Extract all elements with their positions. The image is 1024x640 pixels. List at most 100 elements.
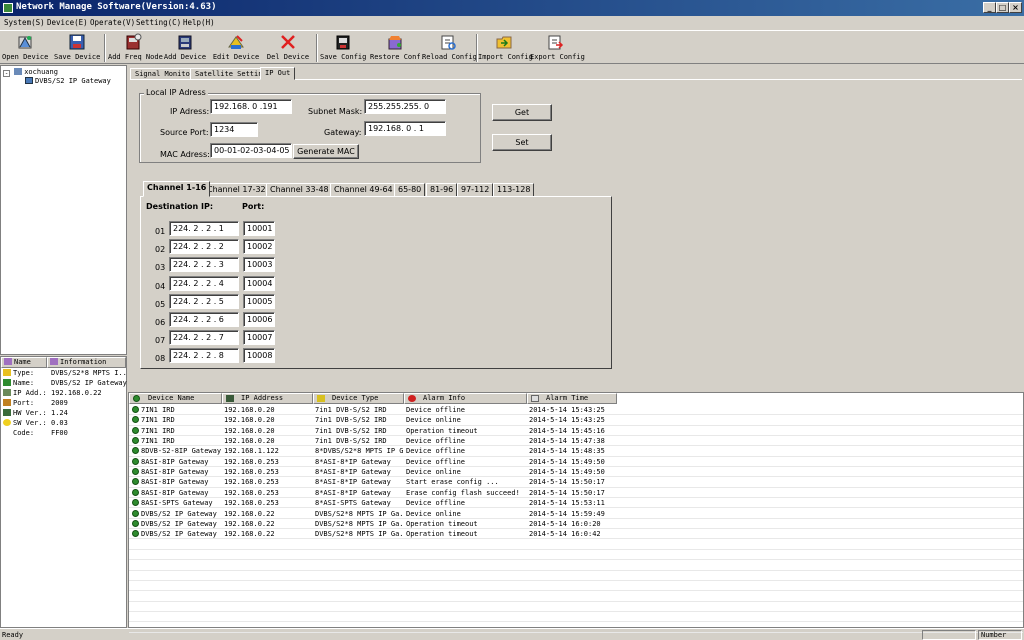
set-button[interactable]: Set (492, 134, 552, 151)
alarm-list[interactable]: Device Name IP Address Device Type Alarm… (128, 392, 1024, 633)
table-row[interactable]: DVBS/S2 IP Gateway 192.168.0.22 DVBS/S2*8 … (129, 509, 1023, 519)
table-row[interactable]: DVBS/S2 IP Gateway 192.168.0.22 DVBS/S2*8 … (129, 519, 1023, 530)
table-row[interactable]: 8ASI-8IP Gateway 192.168.0.253 8*ASI-8*IP … (129, 457, 1023, 468)
table-row[interactable] (129, 591, 1023, 602)
reload-config-button[interactable]: Reload Config (422, 31, 477, 63)
tree-item-dvbs-gateway[interactable]: DVBS/S2 IP Gateway (25, 77, 111, 85)
menu-help[interactable]: Help(H) (183, 18, 215, 27)
device-status-icon (132, 416, 139, 424)
destination-ip-field[interactable]: 224. 2 . 2 . 3 (169, 257, 239, 273)
table-row[interactable]: 8ASI-8IP Gateway 192.168.0.253 8*ASI-8*IP … (129, 488, 1023, 499)
close-button[interactable]: × (1009, 2, 1022, 13)
collapse-icon[interactable]: - (3, 70, 10, 77)
table-cell: Operation timeout (406, 519, 478, 528)
table-row[interactable] (129, 540, 1023, 550)
source-port-field[interactable]: 1234 (210, 122, 258, 137)
port-field[interactable]: 10005 (243, 293, 275, 309)
tab-channel-81-96[interactable]: 81-96 (426, 183, 458, 197)
table-cell: Operation timeout (406, 530, 478, 539)
table-row[interactable] (129, 612, 1023, 623)
gateway-field[interactable]: 192.168. 0 . 1 (364, 121, 446, 136)
destination-ip-field[interactable]: 224. 2 . 2 . 1 (169, 221, 239, 236)
toolbar-separator (316, 34, 318, 62)
del-device-button[interactable]: Del Device (266, 31, 310, 63)
save-config-button[interactable]: Save Config (320, 31, 366, 63)
table-row[interactable]: 7IN1 IRD 192.168.0.20 7in1 DVB-S/S2 IRD Dev… (129, 436, 1023, 447)
table-cell: Device online (406, 468, 461, 477)
port-field[interactable]: 10007 (243, 330, 275, 346)
tab-ip-out[interactable]: IP Out (260, 67, 296, 80)
open-device-button[interactable]: Open Device (2, 31, 48, 63)
table-row[interactable] (129, 560, 1023, 571)
table-cell: 192.168.0.253 (224, 457, 279, 466)
subnet-mask-field[interactable]: 255.255.255. 0 (364, 99, 446, 114)
menu-operate[interactable]: Operate(V) (90, 18, 135, 27)
table-row[interactable]: 7IN1 IRD 192.168.0.20 7in1 DVB-S/S2 IRD Ope… (129, 426, 1023, 436)
status-pane-number: Number (978, 630, 1022, 640)
table-row[interactable]: 7IN1 IRD 192.168.0.20 7in1 DVB-S/S2 IRD Dev… (129, 415, 1023, 426)
tab-channel-49-64[interactable]: Channel 49-64 (330, 183, 397, 197)
header-ip-address[interactable]: IP Address (222, 393, 313, 404)
tab-channel-97-112[interactable]: 97-112 (457, 183, 494, 197)
table-row[interactable] (129, 550, 1023, 561)
clock-icon (531, 395, 539, 402)
restore-config-button[interactable]: Restore Conf. (370, 31, 425, 63)
destination-ip-label: Destination IP: (146, 202, 214, 211)
header-alarm-info[interactable]: Alarm Info (404, 393, 527, 404)
save-device-button[interactable]: Save Device (54, 31, 100, 63)
port-field[interactable]: 10004 (243, 275, 275, 291)
table-row[interactable]: 8ASI-SPTS Gateway 192.168.0.253 8*ASI-SPTS… (129, 498, 1023, 509)
info-header-information[interactable]: Information (47, 357, 126, 368)
maximize-button[interactable]: □ (996, 2, 1009, 13)
tab-channel-113-128[interactable]: 113-128 (493, 183, 535, 197)
menu-setting[interactable]: Setting(C) (136, 18, 181, 27)
port-field[interactable]: 10008 (243, 348, 275, 364)
get-button[interactable]: Get (492, 104, 552, 121)
tree-root[interactable]: - xochuang (3, 68, 58, 77)
tab-channel-17-32[interactable]: Channel 17-32 (203, 183, 270, 197)
destination-ip-field[interactable]: 224. 2 . 2 . 4 (169, 275, 239, 291)
add-device-button[interactable]: Add Device (162, 31, 208, 63)
destination-ip-field[interactable]: 224. 2 . 2 . 7 (169, 330, 239, 346)
generate-mac-button[interactable]: Generate MAC (293, 144, 359, 159)
port-field[interactable]: 10003 (243, 257, 275, 273)
table-row[interactable] (129, 571, 1023, 581)
menu-device[interactable]: Device(E) (47, 18, 88, 27)
port-field[interactable]: 10002 (243, 239, 275, 255)
table-row[interactable]: DVBS/S2 IP Gateway 192.168.0.22 DVBS/S2*8 … (129, 529, 1023, 540)
table-row[interactable]: 8DVB-S2-8IP Gateway 192.168.1.122 8*DVBS/S… (129, 446, 1023, 457)
table-cell: 7IN1 IRD (141, 426, 175, 435)
table-cell: Start erase config ... (406, 478, 499, 487)
minimize-button[interactable]: _ (983, 2, 996, 13)
table-row[interactable]: 8ASI-8IP Gateway 192.168.0.253 8*ASI-8*IP … (129, 467, 1023, 478)
destination-ip-field[interactable]: 224. 2 . 2 . 6 (169, 312, 239, 327)
port-field[interactable]: 10001 (243, 221, 275, 236)
header-device-type[interactable]: Device Type (313, 393, 404, 404)
header-alarm-time[interactable]: Alarm Time (527, 393, 617, 404)
ip-out-panel: Local IP Adress IP Adress: 192.168. 0 .1… (130, 79, 1022, 389)
edit-device-button[interactable]: Edit Device (212, 31, 260, 63)
table-row[interactable] (129, 602, 1023, 612)
ip-address-icon (226, 395, 234, 402)
destination-ip-field[interactable]: 224. 2 . 2 . 2 (169, 239, 239, 255)
export-config-button[interactable]: Export Config (530, 31, 585, 63)
info-header-name[interactable]: Name (1, 357, 47, 368)
table-row[interactable]: 7IN1 IRD 192.168.0.20 7in1 DVB-S/S2 IRD Dev… (129, 405, 1023, 416)
import-config-button[interactable]: Import Config (478, 31, 533, 63)
add-freq-node-button[interactable]: Add Freq Node (108, 31, 163, 63)
tab-channel-33-48[interactable]: Channel 33-48 (266, 183, 333, 197)
port-field[interactable]: 10006 (243, 312, 275, 327)
menu-system[interactable]: System(S) (4, 18, 45, 27)
device-tree[interactable]: - xochuang DVBS/S2 IP Gateway (0, 65, 127, 355)
destination-ip-field[interactable]: 224. 2 . 2 . 8 (169, 348, 239, 364)
tab-channel-1-16[interactable]: Channel 1-16 (143, 181, 211, 197)
mac-address-field[interactable]: 00-01-02-03-04-05 (210, 143, 292, 158)
table-row[interactable]: 8ASI-8IP Gateway 192.168.0.253 8*ASI-8*IP … (129, 477, 1023, 488)
table-row[interactable] (129, 581, 1023, 592)
destination-ip-field[interactable]: 224. 2 . 2 . 5 (169, 293, 239, 309)
table-cell: Device offline (406, 457, 466, 466)
add-device-icon (178, 35, 192, 50)
tab-channel-65-80[interactable]: 65-80 (394, 183, 426, 197)
header-device-name[interactable]: Device Name (129, 393, 222, 404)
ip-address-field[interactable]: 192.168. 0 .191 (210, 99, 292, 114)
